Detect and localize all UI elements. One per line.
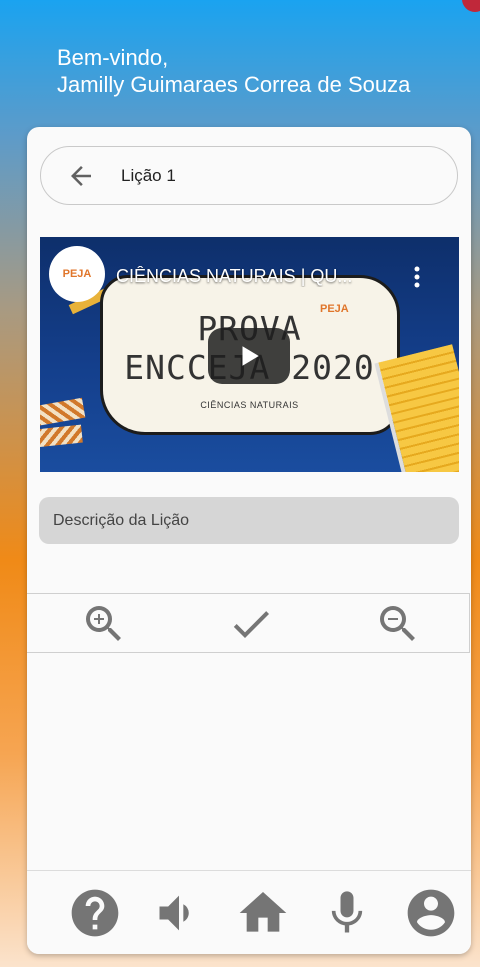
lesson-description-field[interactable]: Descrição da Lição: [39, 497, 459, 544]
profile-button[interactable]: [403, 885, 459, 941]
description-placeholder: Descrição da Lição: [53, 511, 190, 529]
video-player[interactable]: PROVA ENCCEJA 2020 CIÊNCIAS NATURAIS PEJ…: [40, 237, 459, 472]
zoom-out-icon: [380, 606, 415, 641]
channel-logo-text: PEJA: [62, 268, 92, 280]
lesson-title: Lição 1: [121, 165, 176, 185]
user-name: Jamilly Guimaraes Correa de Souza: [57, 72, 411, 97]
more-vert-icon: [414, 266, 420, 288]
lesson-card: Lição 1 PROVA ENCCEJA 2020 CIÊNCIAS NATU…: [27, 127, 471, 954]
volume-icon: [159, 895, 189, 931]
video-menu-button[interactable]: [407, 263, 427, 291]
side-logo: PEJA: [320, 303, 349, 315]
account-icon: [407, 889, 455, 937]
zoom-out-button[interactable]: [371, 594, 425, 654]
zoom-in-button[interactable]: [77, 594, 131, 654]
arrow-back-icon: [71, 165, 91, 186]
play-button[interactable]: [208, 328, 290, 384]
back-button[interactable]: [51, 146, 111, 205]
video-title[interactable]: CIÊNCIAS NATURAIS | QU...: [116, 266, 391, 287]
microphone-button[interactable]: [319, 885, 375, 941]
channel-avatar[interactable]: PEJA: [49, 246, 105, 302]
home-button[interactable]: [235, 885, 291, 941]
confirm-button[interactable]: [224, 594, 278, 654]
home-icon: [239, 892, 287, 932]
thumbnail-subject: CIÊNCIAS NATURAIS: [200, 400, 299, 410]
play-icon: [242, 346, 259, 366]
tape-decoration: [40, 424, 83, 448]
greeting-text: Bem-vindo,: [57, 45, 169, 70]
help-button[interactable]: [67, 885, 123, 941]
lesson-header-bar: Lição 1: [40, 146, 458, 205]
bottom-navigation: [27, 870, 471, 954]
check-icon: [233, 611, 269, 638]
mic-icon: [331, 891, 363, 933]
corner-decoration: [462, 0, 480, 12]
help-icon: [71, 889, 119, 937]
action-toolbar: [27, 593, 470, 653]
welcome-header: Bem-vindo, Jamilly Guimaraes Correa de S…: [57, 44, 410, 98]
audio-button[interactable]: [151, 885, 207, 941]
zoom-in-icon: [86, 606, 121, 641]
